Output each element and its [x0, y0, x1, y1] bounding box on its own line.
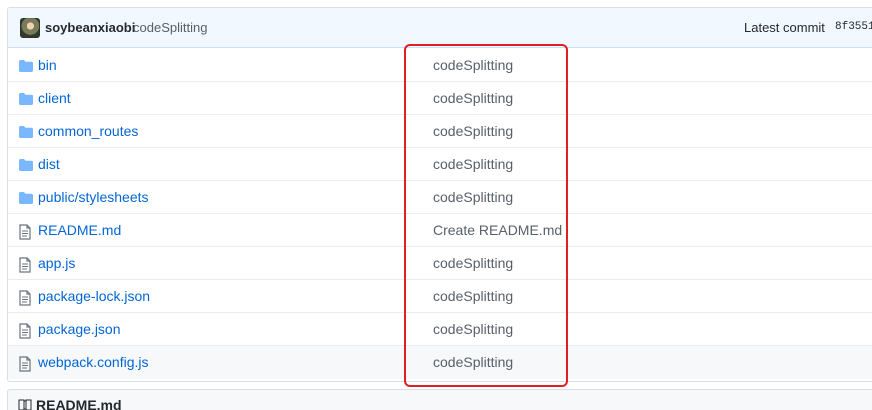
file-link-readme[interactable]: README.md — [38, 222, 121, 238]
file-text-icon — [18, 224, 34, 240]
file-row-app-js: app.js codeSplitting — [8, 247, 872, 280]
file-row-common-routes: common_routes codeSplitting — [8, 115, 872, 148]
commit-link-app-js[interactable]: codeSplitting — [433, 255, 513, 271]
file-row-client: client codeSplitting — [8, 82, 872, 115]
file-row-dist: dist codeSplitting — [8, 148, 872, 181]
commit-link-dist[interactable]: codeSplitting — [433, 156, 513, 172]
commit-sha-link[interactable]: 8f3551 — [835, 21, 872, 33]
latest-commit-label: Latest commit — [744, 20, 825, 35]
commit-author-link[interactable]: soybeanxiaobi — [45, 20, 135, 35]
file-link-package-lock-json[interactable]: package-lock.json — [38, 288, 150, 304]
file-link-bin[interactable]: bin — [38, 57, 57, 73]
file-link-dist[interactable]: dist — [38, 156, 60, 172]
commit-link-readme[interactable]: Create README.md — [433, 222, 562, 238]
commit-link-package-json[interactable]: codeSplitting — [433, 321, 513, 337]
file-link-webpack-config-js[interactable]: webpack.config.js — [38, 354, 149, 370]
author-avatar[interactable] — [20, 18, 40, 38]
latest-commit-bar: soybeanxiaobi codeSplitting Latest commi… — [8, 8, 872, 48]
file-text-icon — [18, 257, 34, 273]
commit-link-bin[interactable]: codeSplitting — [433, 57, 513, 73]
folder-icon — [18, 59, 34, 73]
latest-commit-message[interactable]: codeSplitting — [133, 20, 207, 35]
folder-icon — [18, 191, 34, 205]
folder-icon — [18, 158, 34, 172]
folder-icon — [18, 125, 34, 139]
commit-link-client[interactable]: codeSplitting — [433, 90, 513, 106]
file-row-bin: bin codeSplitting — [8, 49, 872, 82]
book-icon — [18, 398, 32, 410]
file-link-common-routes[interactable]: common_routes — [38, 123, 138, 139]
commit-link-public-stylesheets[interactable]: codeSplitting — [433, 189, 513, 205]
file-link-client[interactable]: client — [38, 90, 71, 106]
file-row-readme: README.md Create README.md — [8, 214, 872, 247]
file-row-package-lock-json: package-lock.json codeSplitting — [8, 280, 872, 313]
file-row-webpack-config-js: webpack.config.js codeSplitting — [8, 346, 872, 379]
repository-file-browser: soybeanxiaobi codeSplitting Latest commi… — [7, 7, 872, 382]
file-link-public-stylesheets[interactable]: public/stylesheets — [38, 189, 149, 205]
file-link-package-json[interactable]: package.json — [38, 321, 121, 337]
file-text-icon — [18, 290, 34, 306]
commit-link-common-routes[interactable]: codeSplitting — [433, 123, 513, 139]
file-row-public-stylesheets: public/stylesheets codeSplitting — [8, 181, 872, 214]
file-text-icon — [18, 356, 34, 372]
commit-link-webpack-config-js[interactable]: codeSplitting — [433, 354, 513, 370]
file-link-app-js[interactable]: app.js — [38, 255, 75, 271]
folder-icon — [18, 92, 34, 106]
readme-header: README.md — [7, 389, 872, 410]
file-row-package-json: package.json codeSplitting — [8, 313, 872, 346]
file-text-icon — [18, 323, 34, 339]
commit-link-package-lock-json[interactable]: codeSplitting — [433, 288, 513, 304]
file-list: bin codeSplitting client codeSplitting c… — [8, 49, 872, 379]
